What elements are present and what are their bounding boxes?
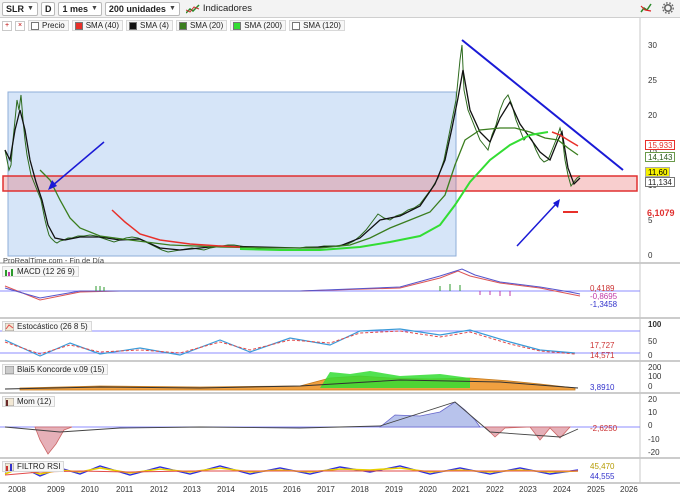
sma40-price-tag: 15,933	[645, 140, 676, 150]
year-label: 2021	[452, 485, 470, 494]
mom-axis-label: 20	[648, 395, 657, 404]
blai5-axis-label: 100	[648, 372, 662, 381]
mom-axis-label: 0	[648, 421, 653, 430]
rsi-plot	[4, 465, 579, 477]
blai5-icon	[5, 365, 14, 374]
price-axis-label: 20	[648, 111, 657, 120]
mom-label: Mom (12)	[17, 397, 52, 406]
watermark: ProRealTime.com - Fin de Día	[3, 256, 105, 265]
year-label: 2015	[250, 485, 268, 494]
stoch-axis-label: 50	[648, 337, 657, 346]
rsi-tag: 44,555	[590, 472, 615, 481]
stoch-icon	[5, 322, 14, 331]
blai5-label: Blai5 Koncorde v.09 (15)	[17, 365, 105, 374]
macd-tag: -1,3458	[590, 300, 618, 309]
stoch-tag: 17,727	[590, 341, 615, 350]
mom-icon	[5, 397, 14, 406]
blai5-legend[interactable]: Blai5 Koncorde v.09 (15)	[2, 364, 109, 375]
last-price-tag: 11,60	[645, 167, 671, 177]
blai5-tag: 3,8910	[590, 383, 615, 392]
trend-line[interactable]	[461, 39, 624, 171]
year-label: 2014	[217, 485, 235, 494]
price-axis-label: 30	[648, 41, 657, 50]
year-label: 2019	[385, 485, 403, 494]
mom-tag: -2,6250	[590, 424, 618, 433]
year-label: 2018	[351, 485, 369, 494]
chart-canvas[interactable]	[0, 0, 680, 496]
blai5-axis-label: 0	[648, 382, 653, 391]
year-label: 2025	[587, 485, 605, 494]
year-label: 2026	[620, 485, 638, 494]
support-zone[interactable]	[2, 175, 638, 192]
rsi-label: FILTRO RSI	[17, 462, 61, 471]
year-label: 2020	[419, 485, 437, 494]
year-label: 2009	[47, 485, 65, 494]
macd-label: MACD (12 26 9)	[17, 267, 75, 276]
price-axis-label: 0	[648, 251, 653, 260]
mom-axis-label: -10	[648, 435, 660, 444]
year-label: 2011	[116, 485, 134, 494]
year-label: 2016	[283, 485, 301, 494]
rsi-legend[interactable]: FILTRO RSI	[2, 461, 65, 472]
level-price-tag: 6,1079	[647, 208, 675, 218]
stoch-plot	[0, 328, 640, 357]
macd-plot	[0, 268, 640, 301]
mom-plot	[0, 401, 640, 455]
mom-axis-label: 10	[648, 408, 657, 417]
year-label: 2012	[150, 485, 168, 494]
stoch-axis-label: 0	[648, 351, 653, 360]
mom-axis-label: -20	[648, 448, 660, 457]
stoch-tag: 14,571	[590, 351, 615, 360]
arrow-right[interactable]	[516, 203, 557, 247]
year-label: 2008	[8, 485, 26, 494]
year-label: 2013	[183, 485, 201, 494]
sma4-price-tag: 11,134	[645, 177, 675, 187]
year-label: 2017	[317, 485, 335, 494]
mom-legend[interactable]: Mom (12)	[2, 396, 56, 407]
sma20-price-tag: 14,143	[645, 152, 676, 162]
year-label: 2024	[553, 485, 571, 494]
year-label: 2023	[519, 485, 537, 494]
year-label: 2010	[81, 485, 99, 494]
rsi-icon	[5, 462, 14, 471]
macd-icon	[5, 268, 13, 276]
stoch-label: Estocástico (26 8 5)	[17, 322, 88, 331]
macd-legend[interactable]: MACD (12 26 9)	[2, 266, 79, 277]
stoch-axis-label: 100	[648, 320, 662, 329]
rsi-tag: 45,470	[590, 462, 615, 471]
stoch-legend[interactable]: Estocástico (26 8 5)	[2, 321, 92, 332]
blai5-axis-label: 200	[648, 363, 662, 372]
highlight-box[interactable]	[7, 91, 457, 257]
year-label: 2022	[486, 485, 504, 494]
price-axis-label: 25	[648, 76, 657, 85]
